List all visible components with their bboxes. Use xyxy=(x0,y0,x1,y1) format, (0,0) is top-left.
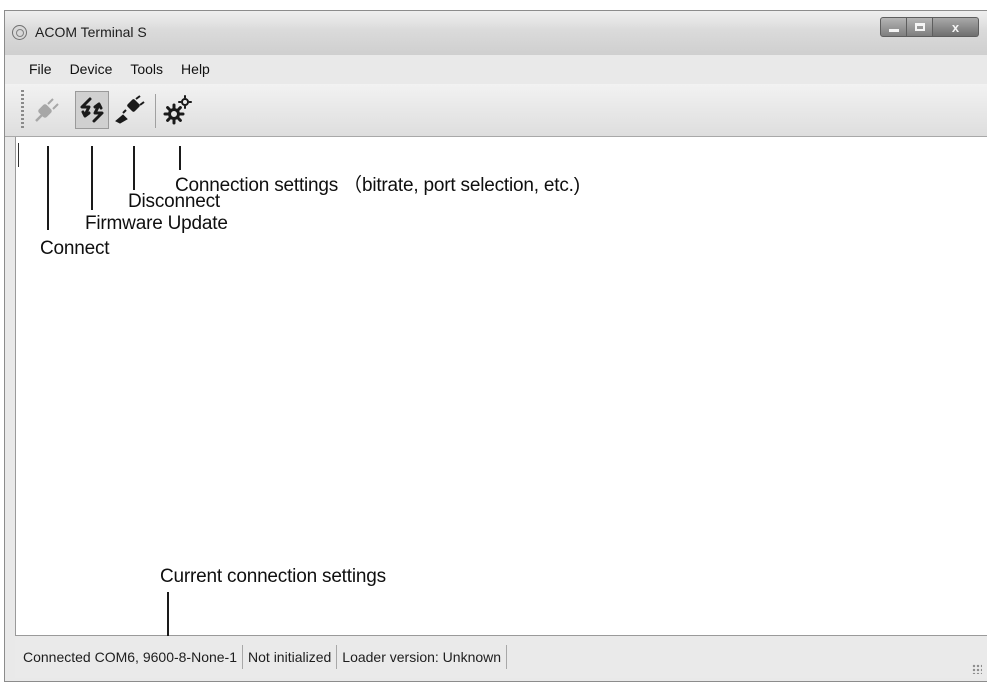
menu-file[interactable]: File xyxy=(5,61,61,77)
close-icon: x xyxy=(951,19,960,35)
menu-tools[interactable]: Tools xyxy=(121,61,172,77)
maximize-icon xyxy=(914,23,925,31)
current-settings-callout-line xyxy=(167,592,169,636)
minimize-button[interactable] xyxy=(880,17,907,37)
window-controls: x xyxy=(880,17,979,37)
connect-callout-line xyxy=(47,146,49,230)
firmware-update-button[interactable] xyxy=(75,91,109,129)
toolbar xyxy=(5,84,987,137)
window-title: ACOM Terminal S xyxy=(35,24,147,40)
app-logo-icon[interactable] xyxy=(12,25,27,40)
menu-help[interactable]: Help xyxy=(172,61,219,77)
menu-bar: File Device Tools Help xyxy=(5,55,987,83)
minimize-icon xyxy=(888,28,899,32)
text-caret xyxy=(18,143,19,167)
connect-button[interactable] xyxy=(30,91,64,129)
plug-connect-icon xyxy=(35,98,59,122)
gears-settings-icon xyxy=(163,95,192,125)
plug-disconnect-icon xyxy=(115,95,145,124)
annotation-connect: Connect xyxy=(40,238,110,259)
resize-grip-icon[interactable] xyxy=(972,664,982,674)
settings-callout-line xyxy=(179,146,181,170)
firmware-update-callout-line xyxy=(91,146,93,210)
connection-settings-button[interactable] xyxy=(162,91,196,129)
toolbar-grip[interactable] xyxy=(21,90,24,128)
firmware-update-arrows-icon xyxy=(80,97,104,123)
close-button[interactable]: x xyxy=(933,17,979,37)
annotation-connection-settings: Connection settings （bitrate, port selec… xyxy=(175,175,580,196)
toolbar-separator xyxy=(155,94,156,128)
status-connection: Connected COM6, 9600-8-None-1 xyxy=(15,645,244,669)
status-init-state: Not initialized xyxy=(243,645,338,669)
disconnect-callout-line xyxy=(133,146,135,190)
disconnect-button[interactable] xyxy=(113,91,147,129)
annotation-disconnect: Disconnect xyxy=(128,191,220,212)
status-loader-version: Loader version: Unknown xyxy=(337,645,508,669)
annotation-current-connection-settings: Current connection settings xyxy=(160,566,386,587)
app-window: ACOM Terminal S x File Device Tools Help xyxy=(4,10,987,682)
title-bar[interactable]: ACOM Terminal S x xyxy=(5,11,987,55)
maximize-button[interactable] xyxy=(907,17,933,37)
annotation-firmware-update: Firmware Update xyxy=(85,213,228,234)
menu-device[interactable]: Device xyxy=(61,61,122,77)
status-bar: Connected COM6, 9600-8-None-1 Not initia… xyxy=(15,635,987,678)
